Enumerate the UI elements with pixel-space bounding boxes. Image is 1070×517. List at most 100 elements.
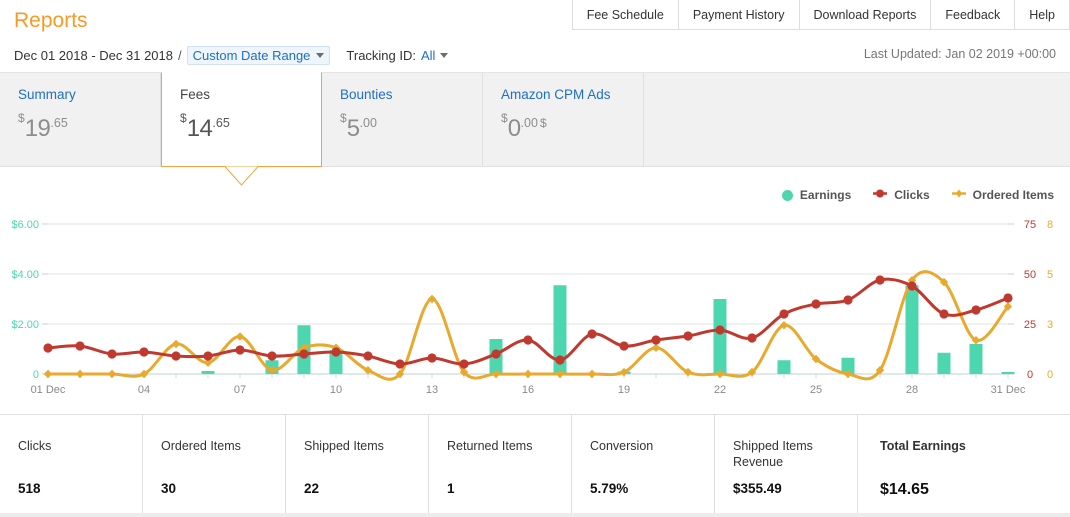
clicks-point — [235, 345, 245, 355]
clicks-point — [651, 335, 661, 345]
clicks-point — [203, 351, 213, 361]
metric-ordered-items: Ordered Items 30 — [143, 415, 286, 513]
clicks-point — [683, 331, 693, 341]
date-range-text: Dec 01 2018 - Dec 31 2018 — [14, 48, 173, 63]
clicks-point — [75, 341, 85, 351]
metric-total-earnings-value: $14.65 — [880, 481, 929, 498]
tab-bounties[interactable]: Bounties $5.00 — [322, 73, 483, 168]
clicks-point — [619, 341, 629, 351]
clicks-point — [299, 349, 309, 359]
page-title: Reports — [14, 9, 88, 32]
metric-conversion-header: Conversion — [590, 439, 654, 453]
filter-bar: Dec 01 2018 - Dec 31 2018 / Custom Date … — [14, 46, 449, 65]
topnav-item-fee-schedule[interactable]: Fee Schedule — [571, 0, 678, 29]
clicks-point — [587, 329, 597, 339]
svg-text:$6.00: $6.00 — [11, 219, 39, 231]
tab-bounties-label: Bounties — [340, 87, 393, 102]
metric-total-earnings: Total Earnings $14.65 — [858, 415, 1070, 513]
topnav-item-feedback[interactable]: Feedback — [930, 0, 1015, 29]
tab-amazon-cpm-ads-label: Amazon CPM Ads — [501, 87, 611, 102]
metric-returned-items-value: 1 — [447, 481, 455, 496]
earnings-bar — [969, 344, 983, 374]
tab-summary-label: Summary — [18, 87, 76, 102]
metric-total-earnings-header: Total Earnings — [880, 439, 966, 453]
clicks-point — [907, 281, 917, 291]
tracking-id-filter: Tracking ID: All — [346, 48, 449, 63]
performance-chart: Earnings Clicks Ordered Items 0 $2.00 $4.0… — [0, 167, 1070, 415]
svg-text:25: 25 — [810, 384, 822, 396]
separator: / — [178, 48, 182, 63]
earnings-bar — [777, 360, 791, 374]
svg-text:$2.00: $2.00 — [11, 319, 39, 331]
svg-text:0: 0 — [1027, 369, 1033, 381]
ordered-items-point — [651, 343, 661, 352]
date-range-dropdown[interactable]: Custom Date Range — [186, 46, 331, 65]
svg-text:$4.00: $4.00 — [11, 269, 39, 281]
clicks-point — [107, 349, 117, 359]
chevron-down-icon[interactable] — [440, 53, 449, 58]
clicks-point — [267, 351, 277, 361]
svg-text:8: 8 — [1047, 219, 1053, 231]
clicks-point — [395, 359, 405, 369]
clicks-point — [875, 275, 885, 285]
ordered-items-point — [75, 369, 85, 379]
svg-text:07: 07 — [234, 384, 246, 396]
clicks-point — [811, 299, 821, 309]
top-navigation: Fee Schedule Payment History Download Re… — [571, 0, 1070, 30]
ordered-items-point — [107, 369, 117, 379]
metric-shipped-revenue-value: $355.49 — [733, 481, 782, 496]
clicks-point — [427, 353, 437, 363]
svg-text:16: 16 — [522, 384, 534, 396]
clicks-point — [555, 355, 565, 365]
metric-conversion: Conversion 5.79% — [572, 415, 715, 513]
metric-returned-items-header: Returned Items — [447, 439, 533, 453]
svg-text:31 Dec: 31 Dec — [991, 384, 1026, 396]
tab-amazon-cpm-ads[interactable]: Amazon CPM Ads $0.00 $ — [483, 73, 644, 168]
svg-text:28: 28 — [906, 384, 918, 396]
metric-ordered-items-value: 30 — [161, 481, 177, 496]
clicks-point — [363, 351, 373, 361]
tab-fees[interactable]: Fees $14.65 — [161, 72, 322, 167]
topnav-item-help[interactable]: Help — [1014, 0, 1070, 29]
chart-plot-area[interactable]: 0 $2.00 $4.00 $6.00 0 25 50 75 0 3 5 8 01 Dec 04 07 10 1… — [0, 167, 1070, 415]
svg-text:5: 5 — [1047, 269, 1053, 281]
svg-text:19: 19 — [618, 384, 630, 396]
svg-text:25: 25 — [1024, 319, 1036, 331]
clicks-point — [843, 295, 853, 305]
topnav-item-payment-history[interactable]: Payment History — [677, 0, 799, 29]
svg-text:04: 04 — [138, 384, 150, 396]
last-updated-text: Last Updated: Jan 02 2019 +00:00 — [863, 47, 1056, 61]
clicks-point — [171, 351, 181, 361]
earnings-bar — [713, 299, 727, 374]
svg-text:50: 50 — [1024, 269, 1036, 281]
svg-text:3: 3 — [1047, 319, 1053, 331]
metric-ordered-items-header: Ordered Items — [161, 439, 241, 453]
date-range-dropdown-label: Custom Date Range — [192, 48, 311, 63]
clicks-point — [139, 347, 149, 357]
metric-shipped-revenue: Shipped Items Revenue $355.49 — [715, 415, 858, 513]
tab-bounties-amount: $5.00 — [340, 111, 377, 142]
tab-summary[interactable]: Summary $19.65 — [0, 73, 161, 168]
reports-page: Fee Schedule Payment History Download Re… — [0, 0, 1070, 517]
ordered-items-point — [587, 369, 597, 379]
clicks-point — [971, 305, 981, 315]
earnings-bar — [201, 371, 215, 374]
metric-clicks-value: 518 — [18, 481, 41, 496]
tab-amazon-cpm-ads-amount: $0.00 $ — [501, 111, 547, 142]
svg-text:0: 0 — [1047, 369, 1053, 381]
metric-clicks: Clicks 518 — [0, 415, 143, 513]
clicks-point — [331, 347, 341, 357]
ordered-items-point — [523, 369, 533, 379]
earnings-bar — [1001, 372, 1015, 374]
svg-text:22: 22 — [714, 384, 726, 396]
clicks-point — [747, 333, 757, 343]
topnav-item-download-reports[interactable]: Download Reports — [798, 0, 931, 29]
tracking-id-value[interactable]: All — [421, 48, 435, 63]
svg-text:10: 10 — [330, 384, 342, 396]
metric-shipped-items-value: 22 — [304, 481, 320, 496]
tab-fees-label: Fees — [180, 87, 211, 102]
ordered-items-point — [171, 339, 181, 349]
clicks-point — [939, 309, 949, 319]
earnings-bar — [937, 352, 951, 374]
clicks-point — [459, 359, 469, 369]
